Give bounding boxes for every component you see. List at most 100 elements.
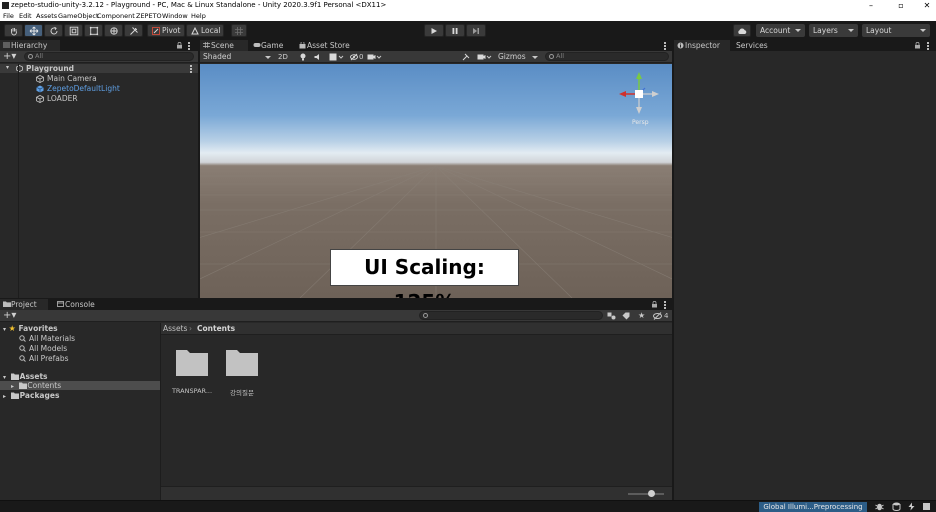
gizmos-dropdown[interactable]: Gizmos	[498, 52, 540, 62]
icon-size-slider-thumb[interactable]	[648, 490, 655, 497]
close-button[interactable]: ✕	[918, 0, 936, 11]
audio-icon[interactable]	[314, 53, 322, 61]
tab-console[interactable]: Console	[54, 299, 102, 310]
auto-generate-lighting-icon[interactable]	[907, 502, 916, 511]
menu-assets[interactable]: Assets	[36, 12, 57, 20]
hierarchy-item-main-camera[interactable]: Main Camera	[36, 74, 97, 83]
scene-search-input[interactable]: All	[545, 52, 669, 61]
expand-arrow-icon[interactable]: ▾	[6, 64, 9, 71]
minimize-button[interactable]: –	[862, 0, 880, 11]
folder-item[interactable]: 강의질문	[220, 347, 264, 397]
custom-tool-button[interactable]	[124, 24, 143, 37]
hierarchy-item-zepeto-light[interactable]: ZepetoDefaultLight	[36, 84, 120, 93]
expand-arrow-icon[interactable]: ▸	[3, 393, 6, 400]
hidden-packages-icon[interactable]	[653, 312, 662, 320]
step-button[interactable]	[466, 24, 486, 37]
inspector-menu-icon[interactable]	[927, 42, 929, 51]
shading-mode-dropdown[interactable]: Shaded	[201, 52, 273, 62]
lock-icon[interactable]	[651, 301, 658, 308]
tab-inspector[interactable]: Inspector	[674, 40, 730, 51]
tool-settings-icon[interactable]	[462, 53, 470, 61]
maximize-button[interactable]: ▫	[892, 0, 910, 11]
local-toggle[interactable]: Local	[186, 24, 224, 37]
packages-node[interactable]: ▸ Packages	[3, 391, 59, 400]
menu-component[interactable]: Component	[97, 12, 135, 20]
project-tab-bar: Project Console	[0, 299, 672, 310]
cache-server-icon[interactable]	[892, 502, 901, 511]
tab-asset-store[interactable]: Asset Store	[296, 40, 356, 51]
icon-size-slider[interactable]	[628, 493, 664, 495]
menu-file[interactable]: File	[3, 12, 14, 20]
scene-root[interactable]: ▾ Playground	[6, 64, 192, 73]
console-icon	[57, 301, 64, 307]
hand-tool-button[interactable]	[4, 24, 23, 37]
label-icon[interactable]	[622, 312, 630, 320]
lightbulb-icon[interactable]	[299, 53, 307, 61]
breadcrumb-contents[interactable]: Contents	[197, 324, 235, 333]
pause-button[interactable]	[445, 24, 465, 37]
rotate-tool-button[interactable]	[44, 24, 63, 37]
pivot-toggle[interactable]: Pivot	[147, 24, 185, 37]
scene-menu-icon[interactable]	[190, 65, 192, 74]
search-icon	[19, 335, 26, 342]
hidden-objects-icon[interactable]	[350, 53, 358, 61]
layout-dropdown[interactable]: Layout	[862, 24, 930, 37]
favorites-label: Favorites	[18, 324, 58, 333]
scene-menu-icon[interactable]	[664, 42, 666, 51]
lock-icon[interactable]	[176, 42, 183, 49]
window-title: zepeto-studio-unity-3.2.12 - Playground …	[11, 1, 387, 9]
2d-toggle[interactable]: 2D	[278, 52, 288, 62]
assets-node[interactable]: ▾ Assets	[3, 372, 48, 381]
menu-window[interactable]: Window	[162, 12, 188, 20]
tab-project[interactable]: Project	[0, 299, 48, 310]
account-dropdown[interactable]: Account	[756, 24, 805, 37]
hierarchy-panel	[0, 40, 198, 298]
camera-options-icon[interactable]	[477, 53, 493, 61]
project-search-input[interactable]	[419, 311, 603, 320]
tab-game[interactable]: Game	[250, 40, 290, 51]
scene-orientation-gizmo[interactable]: Persp	[614, 69, 664, 127]
tab-services[interactable]: Services	[732, 40, 782, 51]
favorite-all-prefabs[interactable]: All Prefabs	[19, 354, 69, 363]
lock-icon[interactable]	[914, 42, 921, 49]
tab-hierarchy[interactable]: Hierarchy	[0, 40, 60, 51]
search-by-type-icon[interactable]	[607, 312, 616, 320]
rect-tool-button[interactable]	[84, 24, 103, 37]
favorites-node[interactable]: ▾ ★ Favorites	[3, 324, 58, 333]
tab-scene[interactable]: Scene	[200, 40, 248, 51]
global-illumination-progress[interactable]: Global Illumi...Preprocessing	[759, 502, 867, 512]
effects-icon[interactable]	[329, 53, 345, 61]
play-button[interactable]	[424, 24, 444, 37]
expand-arrow-icon[interactable]: ▸	[11, 383, 14, 390]
hand-icon	[9, 26, 18, 35]
layers-dropdown[interactable]: Layers	[809, 24, 858, 37]
debug-mode-icon[interactable]	[922, 502, 931, 511]
expand-arrow-icon[interactable]: ▾	[3, 326, 6, 333]
grid-snap-button[interactable]	[231, 24, 247, 37]
favorite-all-materials[interactable]: All Materials	[19, 334, 75, 343]
scene-camera-icon[interactable]	[367, 53, 383, 61]
add-icon[interactable]: +▾	[3, 51, 16, 62]
expand-arrow-icon[interactable]: ▾	[3, 374, 6, 381]
bug-report-icon[interactable]	[875, 502, 884, 511]
collab-button[interactable]	[733, 24, 751, 37]
scene-viewport[interactable]: Persp UI Scaling: 125%	[200, 64, 672, 298]
transform-icon	[109, 26, 118, 35]
hierarchy-item-loader[interactable]: LOADER	[36, 94, 78, 103]
transform-tool-button[interactable]	[104, 24, 123, 37]
hierarchy-menu-icon[interactable]	[188, 42, 190, 51]
breadcrumb-assets[interactable]: Assets	[163, 324, 187, 333]
menu-edit[interactable]: Edit	[19, 12, 32, 20]
folder-item[interactable]: TRANSPAR...	[170, 347, 214, 397]
project-menu-icon[interactable]	[664, 301, 666, 310]
favorite-star-icon[interactable]: ★	[638, 311, 645, 321]
hierarchy-search-input[interactable]: All	[24, 52, 194, 61]
add-icon[interactable]: +▾	[3, 310, 16, 321]
menu-help[interactable]: Help	[191, 12, 206, 20]
menu-gameobject[interactable]: GameObject	[58, 12, 99, 20]
menu-zepeto[interactable]: ZEPETO	[136, 12, 162, 20]
move-tool-button[interactable]	[24, 24, 43, 37]
contents-node[interactable]: ▸ Contents	[11, 381, 61, 390]
scale-tool-button[interactable]	[64, 24, 83, 37]
favorite-all-models[interactable]: All Models	[19, 344, 67, 353]
